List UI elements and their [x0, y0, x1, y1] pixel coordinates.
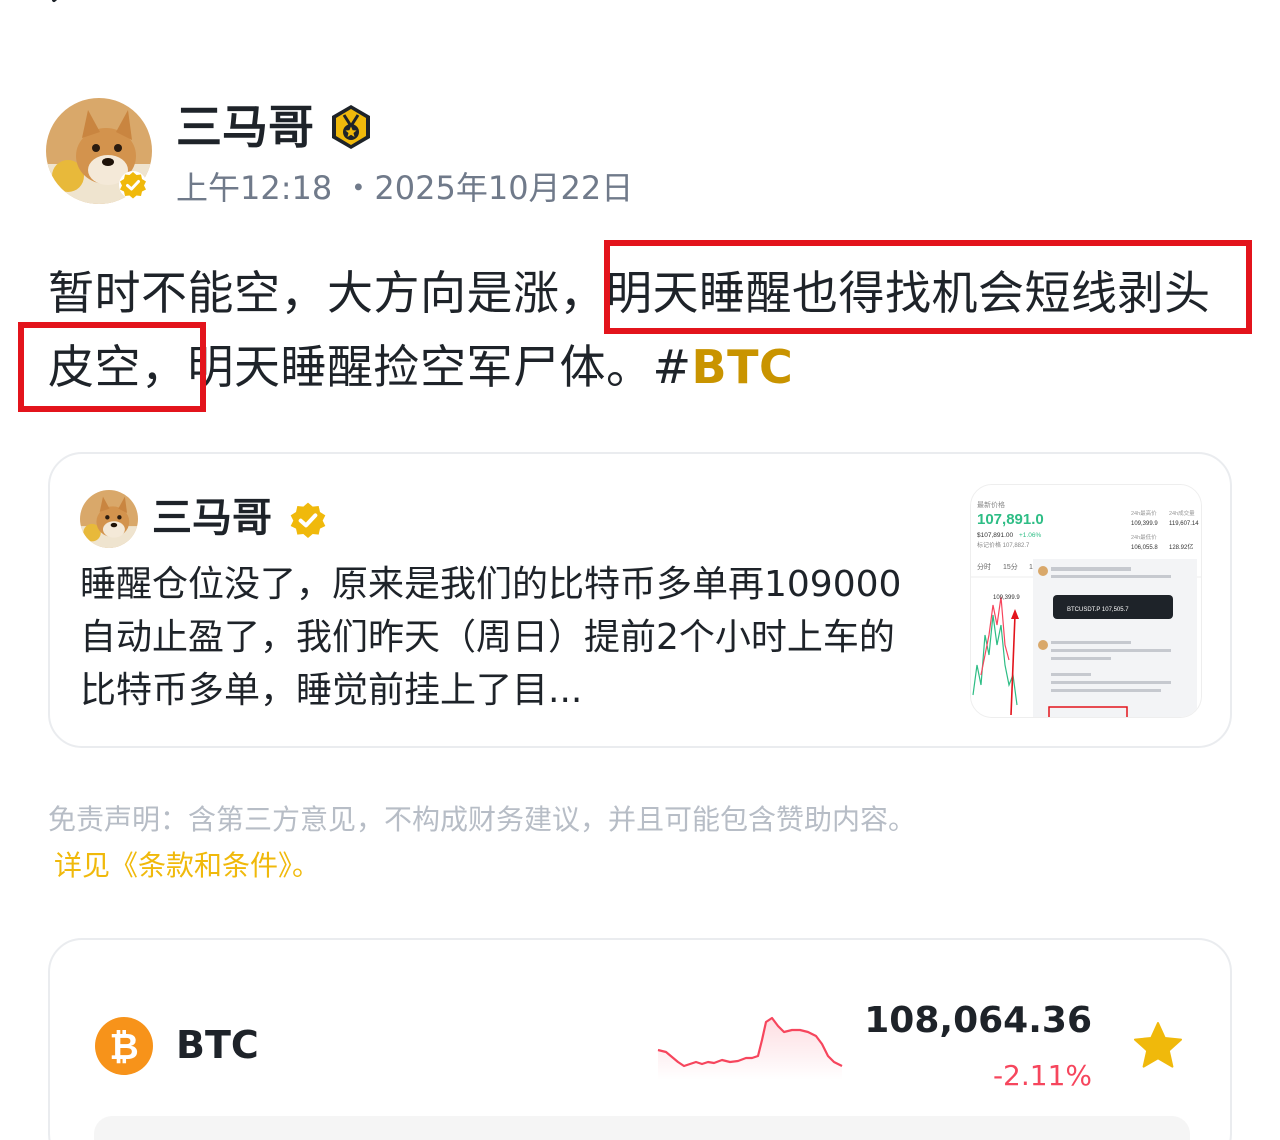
thumb-vol-label: 24h成交量 — [1169, 509, 1195, 517]
star-icon[interactable] — [1132, 1020, 1184, 1072]
terms-link[interactable]: 详见《条款和条件》。 — [54, 846, 320, 886]
thumb-vol1: 119,607.14 — [1169, 521, 1199, 527]
thumb-high-label: 24h最高价 — [1131, 509, 1157, 517]
thumb-high: 109,399.9 — [1131, 521, 1158, 527]
thumb-low-label: 24h最低价 — [1131, 533, 1157, 541]
quoted-post-card[interactable]: 三马哥 睡醒仓位没了，原来是我们的比特币多单再109000自动止盈了，我们昨天（… — [48, 452, 1232, 748]
thumb-chart-marker: 109,399.9 — [993, 595, 1020, 601]
verified-check-icon — [118, 170, 148, 200]
medal-icon — [328, 104, 374, 150]
coin-price: 108,064.36 — [864, 1000, 1092, 1041]
verified-check-icon — [288, 500, 328, 540]
svg-text:₿: ₿ — [109, 1027, 138, 1068]
author-avatar[interactable] — [46, 98, 152, 204]
thumb-sub-price: $107,891.00 — [977, 532, 1014, 539]
highlight-box — [18, 322, 206, 412]
quoted-post-text: 睡醒仓位没了，原来是我们的比特币多单再109000自动止盈了，我们昨天（周日）提… — [80, 564, 902, 711]
quoted-author-avatar — [80, 490, 138, 548]
coin-card-footer — [94, 1116, 1190, 1140]
quoted-post-thumbnail[interactable]: 最新价格 107,891.0 $107,891.00 +1.06% 标记价格 1… — [970, 484, 1202, 718]
hashtag-link[interactable]: BTC — [692, 340, 794, 394]
coin-card[interactable]: ₿ BTC 108,064.36 -2.11% — [48, 938, 1232, 1140]
thumb-mark-price: 标记价格 107,882.7 — [977, 541, 1030, 549]
thumb-ticker-pill: BTCUSDT.P 107,505.7 — [1067, 607, 1129, 613]
bitcoin-icon: ₿ — [94, 1016, 154, 1076]
price-sparkline — [656, 1000, 848, 1080]
disclaimer-text: 免责声明：含第三方意见，不构成财务建议，并且可能包含赞助内容。 — [48, 803, 917, 836]
coin-change: -2.11% — [992, 1059, 1092, 1092]
thumb-change: +1.06% — [1019, 532, 1041, 539]
quoted-author-name: 三马哥 — [152, 495, 272, 541]
chevron-left-icon — [52, 0, 58, 2]
author-name[interactable]: 三马哥 — [176, 98, 314, 156]
coin-symbol: BTC — [176, 1023, 259, 1067]
thumb-tab: 15分 — [1003, 562, 1018, 571]
thumb-vol2: 128.92亿 — [1169, 543, 1193, 551]
thumb-price: 107,891.0 — [977, 511, 1044, 528]
post-timestamp: 上午12:18 ・2025年10月22日 — [176, 169, 634, 207]
highlight-box — [604, 240, 1252, 334]
thumb-tab: 分时 — [977, 562, 991, 571]
back-button[interactable] — [40, 0, 80, 14]
thumb-price-label: 最新价格 — [977, 500, 1005, 509]
thumb-low: 106,055.8 — [1131, 545, 1158, 551]
